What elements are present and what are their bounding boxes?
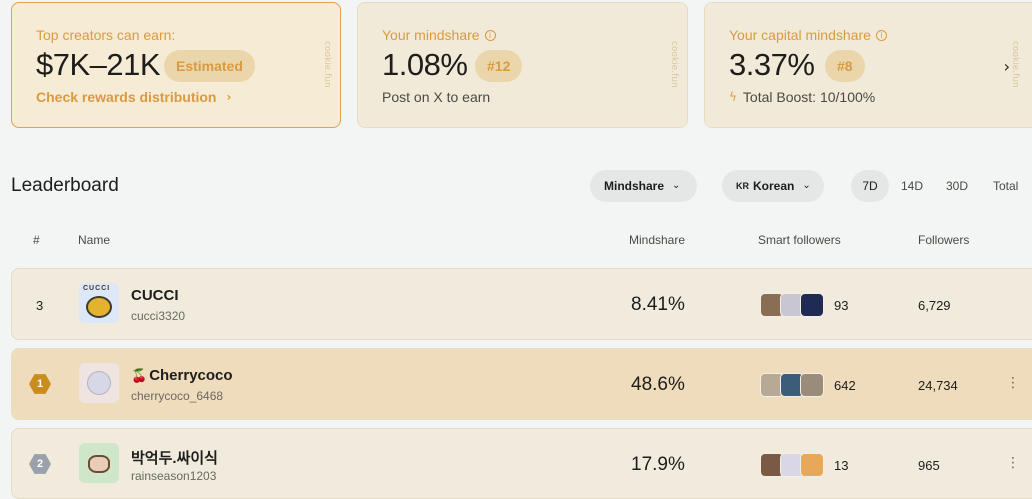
silver-medal-icon: 2: [29, 454, 51, 474]
cookie-watermark: cookie.fun: [669, 41, 679, 88]
user-name-text: Cherrycoco: [149, 367, 233, 384]
cookie-watermark: cookie.fun: [1010, 41, 1020, 88]
col-followers[interactable]: Followers: [918, 233, 969, 247]
range-14d[interactable]: 14D: [901, 170, 923, 202]
rewards-link-label: Check rewards distribution: [36, 89, 217, 105]
col-name: Name: [78, 233, 111, 247]
avatar: [800, 293, 824, 317]
mindshare-value: 8.41%: [631, 294, 685, 315]
col-rank: #: [33, 233, 40, 247]
rewards-distribution-link[interactable]: Check rewards distribution ›: [36, 89, 231, 105]
avatar: [79, 363, 119, 403]
range-total[interactable]: Total: [993, 170, 1018, 202]
info-icon[interactable]: i: [484, 29, 496, 41]
table-row[interactable]: 3 CUCCI CUCCI cucci3320 8.41% 93 6,729: [11, 268, 1032, 340]
followers-count: 24,734: [918, 378, 958, 393]
more-options-icon[interactable]: ⋮: [1006, 375, 1020, 391]
capital-label-wrap: Your capital mindshare i: [729, 27, 887, 43]
estimated-badge: Estimated: [164, 50, 255, 82]
mindshare-label: Your mindshare: [382, 27, 480, 43]
user-name[interactable]: CUCCI: [131, 287, 179, 304]
cherry-icon: 🍒: [131, 369, 148, 384]
col-mindshare[interactable]: Mindshare: [629, 233, 685, 247]
avatar: CUCCI: [79, 283, 119, 323]
range-7d[interactable]: 7D: [851, 170, 889, 202]
mindshare-label-wrap: Your mindshare i: [382, 27, 496, 43]
language-dropdown-label: Korean: [753, 179, 795, 193]
followers-count: 6,729: [918, 298, 951, 313]
chevron-right-icon[interactable]: ›: [1004, 57, 1010, 76]
cookie-watermark: cookie.fun: [322, 41, 332, 88]
smart-follower-avatars: [760, 453, 824, 477]
col-smart-followers[interactable]: Smart followers: [758, 233, 841, 247]
smart-follower-avatars: [760, 293, 824, 317]
language-dropdown[interactable]: KR Korean ⌄: [722, 170, 824, 202]
capital-label: Your capital mindshare: [729, 27, 871, 43]
info-icon[interactable]: i: [875, 29, 887, 41]
user-name[interactable]: 🍒 Cherrycoco: [131, 367, 233, 384]
metric-dropdown-label: Mindshare: [604, 179, 665, 193]
lightning-icon: ϟ: [729, 90, 737, 104]
more-options-icon[interactable]: ⋮: [1006, 455, 1020, 471]
mindshare-value: 1.08%: [382, 47, 468, 82]
chevron-right-icon: ›: [226, 90, 232, 104]
total-boost-label: Total Boost: 10/100%: [742, 89, 876, 105]
smart-followers-count: 13: [834, 458, 849, 473]
user-handle: rainseason1203: [131, 469, 217, 483]
user-handle: cherrycoco_6468: [131, 389, 224, 403]
avatar: [800, 453, 824, 477]
avatar: [79, 443, 119, 483]
avatar-text: CUCCI: [83, 285, 111, 292]
metric-dropdown[interactable]: Mindshare ⌄: [590, 170, 697, 202]
smart-followers-count: 642: [834, 378, 856, 393]
mindshare-value: 48.6%: [631, 374, 685, 395]
range-30d[interactable]: 30D: [946, 170, 968, 202]
capital-rank-badge: #8: [825, 50, 865, 82]
gold-medal-icon: 1: [29, 374, 51, 394]
leaderboard-title: Leaderboard: [11, 175, 119, 196]
mindshare-card: Your mindshare i 1.08% #12 Post on X to …: [357, 2, 688, 128]
chevron-down-icon: ⌄: [802, 180, 811, 191]
capital-value: 3.37%: [729, 47, 815, 82]
earnings-label: Top creators can earn:: [36, 27, 176, 43]
earnings-value: $7K–21K: [36, 47, 161, 82]
smart-follower-avatars: [760, 373, 824, 397]
kr-flag-icon: KR: [736, 181, 749, 191]
avatar: [800, 373, 824, 397]
earnings-card: Top creators can earn: $7K–21K Estimated…: [11, 2, 341, 128]
table-row[interactable]: 1 🍒 Cherrycoco cherrycoco_6468 48.6% 642 …: [11, 348, 1032, 420]
user-name[interactable]: 박억두.싸이식: [131, 447, 218, 468]
mindshare-sub: Post on X to earn: [382, 89, 491, 105]
total-boost: ϟ Total Boost: 10/100%: [729, 89, 875, 105]
mindshare-rank-badge: #12: [475, 50, 523, 82]
table-row[interactable]: 2 박억두.싸이식 rainseason1203 17.9% 13 965 ⋮: [11, 428, 1032, 499]
mindshare-value: 17.9%: [631, 454, 685, 475]
smart-followers-count: 93: [834, 298, 849, 313]
user-handle: cucci3320: [131, 309, 186, 323]
row-rank: 3: [36, 298, 44, 313]
capital-mindshare-card[interactable]: Your capital mindshare i 3.37% #8 ϟ Tota…: [704, 2, 1032, 128]
followers-count: 965: [918, 458, 940, 473]
chevron-down-icon: ⌄: [672, 180, 681, 191]
